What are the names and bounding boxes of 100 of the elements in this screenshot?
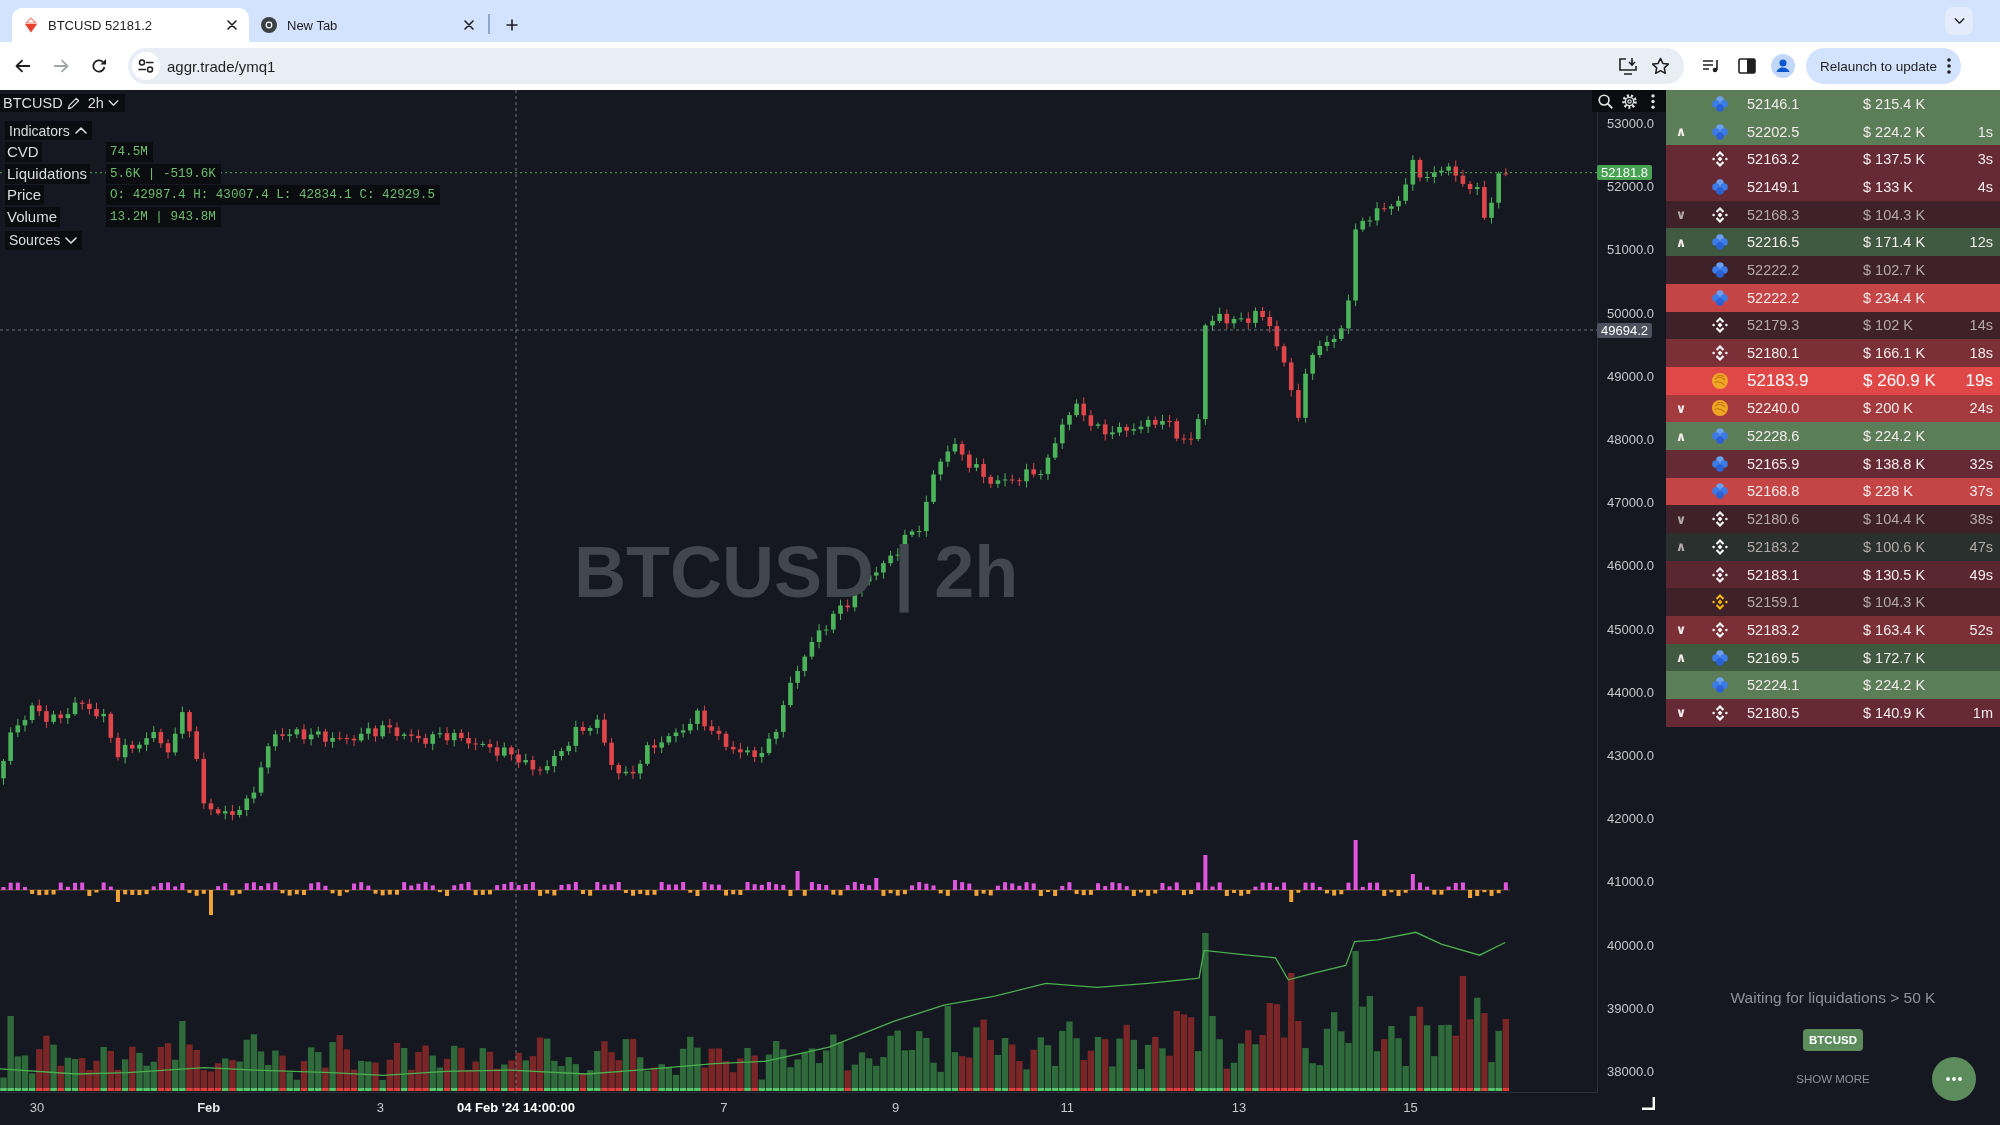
diamond-icon	[1712, 621, 1728, 638]
more-button[interactable]	[1932, 1057, 1976, 1101]
trade-time: 32s	[1969, 455, 1993, 472]
browser-tab[interactable]: BTCUSD 52181.2	[12, 8, 249, 42]
swirl-icon	[1712, 400, 1728, 417]
trade-amount: $ 228 K	[1863, 483, 1914, 500]
tab-title: BTCUSD 52181.2	[48, 17, 154, 33]
trade-time: 49s	[1969, 566, 1993, 583]
price-axis-label: 41000.0	[1607, 875, 1654, 890]
trade-price: 52179.3	[1747, 317, 1801, 334]
sliders-icon	[138, 59, 154, 73]
relaunch-button[interactable]: Relaunch to update	[1806, 48, 1962, 84]
swirl-icon	[1712, 372, 1728, 389]
music-list-icon	[1702, 59, 1720, 73]
price-axis-label: 44000.0	[1607, 685, 1654, 700]
trade-amount: $ 140.9 K	[1863, 704, 1927, 721]
chevron-marker: ∨	[1675, 511, 1687, 527]
time-axis-label: 15	[1403, 1100, 1418, 1116]
side-panel-icon	[1738, 58, 1756, 74]
time-axis-label: 7	[720, 1100, 728, 1116]
trade-amount: $ 215.4 K	[1863, 95, 1927, 112]
circles-icon	[1712, 123, 1728, 140]
pencil-icon[interactable]	[66, 96, 80, 110]
price-axis-label: 50000.0	[1607, 306, 1654, 321]
address-bar[interactable]: aggr.trade/ymq1	[128, 48, 1684, 84]
star-icon	[1650, 57, 1670, 75]
trade-price: 52146.1	[1747, 95, 1801, 112]
close-icon[interactable]	[464, 20, 474, 30]
chevron-marker: ∧	[1675, 428, 1687, 444]
diamond-icon	[1712, 511, 1728, 528]
profile-icon	[1771, 54, 1795, 78]
trade-amount: $ 171.4 K	[1863, 234, 1927, 251]
tab-search-button[interactable]	[1945, 7, 1973, 35]
trade-price: 52168.8	[1747, 483, 1801, 500]
trade-time: 52s	[1969, 621, 1993, 638]
price-axis-label: 42000.0	[1607, 812, 1654, 827]
trade-amount: $ 138.8 K	[1863, 455, 1927, 472]
trade-price: 52149.1	[1747, 178, 1801, 195]
trade-price: 52240.0	[1747, 400, 1801, 417]
chevron-marker: ∧	[1675, 234, 1687, 250]
trade-time: 1s	[1977, 123, 1993, 140]
trade-amount: $ 224.2 K	[1863, 123, 1927, 140]
trade-price: 52222.2	[1747, 289, 1801, 306]
trade-price: 52168.3	[1747, 206, 1801, 223]
chevron-marker: ∧	[1675, 124, 1687, 140]
circles-icon	[1712, 677, 1728, 694]
diamond-icon	[1712, 206, 1728, 223]
diamond-icon	[1712, 317, 1728, 334]
caret-icon	[107, 100, 119, 106]
timeframe-dropdown[interactable]: 2h	[83, 94, 119, 112]
price-axis-label: 38000.0	[1607, 1065, 1654, 1079]
trade-price: 52183.1	[1747, 566, 1801, 583]
trade-time: 3s	[1977, 151, 1993, 168]
browser-tab[interactable]: New Tab	[249, 8, 486, 42]
trade-amount: $ 104.3 K	[1863, 594, 1927, 611]
trade-amount: $ 224.2 K	[1863, 428, 1927, 445]
diamond-icon	[1712, 704, 1728, 721]
settings-icon	[1621, 93, 1637, 109]
diamond-icon	[1712, 538, 1728, 555]
price-axis-label: 45000.0	[1607, 622, 1654, 637]
trade-time: 37s	[1969, 483, 1993, 500]
time-axis-label: 30	[29, 1100, 45, 1116]
circles-icon	[1712, 428, 1728, 445]
circles-icon	[1712, 261, 1728, 278]
monitor-download-icon	[1618, 57, 1638, 75]
chevron-marker: ∨	[1675, 705, 1687, 721]
trade-price: 52180.5	[1747, 704, 1801, 721]
trade-time: 18s	[1969, 345, 1993, 362]
more-icon	[1947, 58, 1952, 74]
liquidations-status: Waiting for liquidations > 50 K	[1730, 988, 1936, 1007]
chevron-marker: ∧	[1675, 650, 1687, 666]
chevron-down-icon	[1953, 18, 1965, 24]
symbol-name: BTCUSD	[3, 95, 63, 111]
close-icon[interactable]	[227, 20, 237, 30]
market-tag[interactable]: BTCUSD	[1803, 1029, 1863, 1051]
trade-price: 52202.5	[1747, 123, 1801, 140]
ring-logo-icon	[261, 17, 277, 33]
trade-amount: $ 130.5 K	[1863, 566, 1927, 583]
more-icon	[1651, 93, 1655, 109]
trade-time: 47s	[1969, 538, 1993, 555]
search-icon	[1597, 93, 1613, 109]
chevron-marker: ∨	[1675, 207, 1687, 223]
resize-corner-icon[interactable]	[1641, 1096, 1655, 1110]
trade-time: 38s	[1969, 511, 1993, 528]
chevron-marker: ∨	[1675, 400, 1687, 416]
time-axis-label: 13	[1231, 1100, 1247, 1116]
price-axis-label: 52000.0	[1607, 180, 1654, 195]
circles-icon	[1712, 455, 1728, 472]
plus-icon	[505, 19, 518, 31]
trade-amount: $ 166.1 K	[1863, 345, 1927, 362]
more-icon	[1946, 1077, 1962, 1081]
trade-amount: $ 260.9 K	[1863, 370, 1937, 391]
price-axis-label: 46000.0	[1607, 559, 1654, 574]
trade-price: 52169.5	[1747, 649, 1801, 666]
show-more-button[interactable]: SHOW MORE	[1796, 1072, 1870, 1086]
indicators-toggle[interactable]: Indicators	[5, 121, 92, 140]
trade-price: 52216.5	[1747, 234, 1801, 251]
trade-price: 52222.2	[1747, 261, 1801, 278]
url-text: aggr.trade/ymq1	[167, 57, 277, 75]
site-info-button[interactable]	[132, 52, 160, 80]
